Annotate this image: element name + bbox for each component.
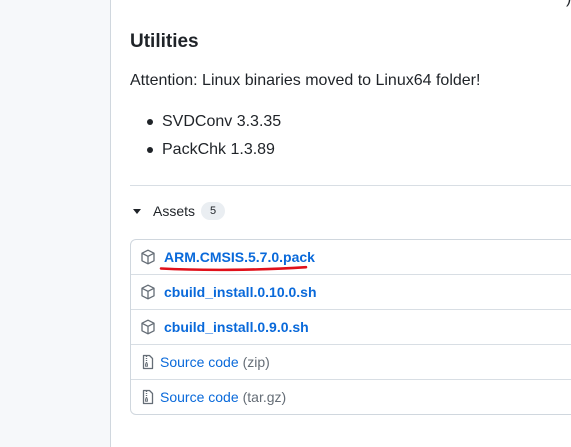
assets-list: ARM.CMSIS.5.7.0.pack cbuild_install.0.10…	[130, 239, 571, 415]
assets-label: Assets	[153, 203, 196, 219]
list-item-label: PackChk 1.3.89	[162, 141, 275, 158]
asset-link-cbuild-0-9-0[interactable]: cbuild_install.0.9.0.sh	[164, 319, 309, 335]
package-icon	[141, 249, 155, 265]
asset-row: ARM.CMSIS.5.7.0.pack	[131, 240, 571, 275]
package-icon	[141, 319, 155, 335]
bullet-dot	[147, 119, 153, 125]
source-code-targz-link[interactable]: Source code	[160, 389, 239, 405]
attention-text: Attention: Linux binaries moved to Linux…	[130, 72, 481, 89]
section-heading: Utilities	[130, 31, 199, 52]
source-ext-label: (tar.gz)	[242, 389, 287, 405]
list-item: PackChk 1.3.89	[130, 139, 281, 167]
utilities-list: SVDConv 3.3.35 PackChk 1.3.89	[130, 111, 281, 167]
annotation-underline	[159, 265, 308, 272]
release-card: ) Utilities Attention: Linux binaries mo…	[110, 0, 571, 447]
divider	[130, 185, 571, 186]
asset-row: cbuild_install.0.9.0.sh	[131, 310, 571, 345]
asset-row: Source code (zip)	[131, 345, 571, 380]
asset-row: cbuild_install.0.10.0.sh	[131, 275, 571, 310]
page: ) Utilities Attention: Linux binaries mo…	[0, 0, 571, 447]
assets-toggle[interactable]: Assets 5	[130, 202, 226, 220]
bullet-dot	[147, 147, 153, 153]
package-icon	[141, 284, 155, 300]
file-zip-icon	[142, 389, 154, 405]
asset-link-cbuild-0-10-0[interactable]: cbuild_install.0.10.0.sh	[164, 284, 317, 300]
truncated-text: )	[566, 0, 571, 8]
asset-row: Source code (tar.gz)	[131, 380, 571, 414]
list-item-label: SVDConv 3.3.35	[162, 113, 282, 130]
source-ext-label: (zip)	[242, 354, 270, 370]
list-item: SVDConv 3.3.35	[130, 111, 281, 139]
caret-down-icon	[133, 209, 141, 214]
assets-count-badge: 5	[201, 202, 226, 220]
file-zip-icon	[142, 354, 154, 370]
asset-link-cmsis-pack[interactable]: ARM.CMSIS.5.7.0.pack	[164, 249, 315, 265]
source-code-zip-link[interactable]: Source code	[160, 354, 239, 370]
